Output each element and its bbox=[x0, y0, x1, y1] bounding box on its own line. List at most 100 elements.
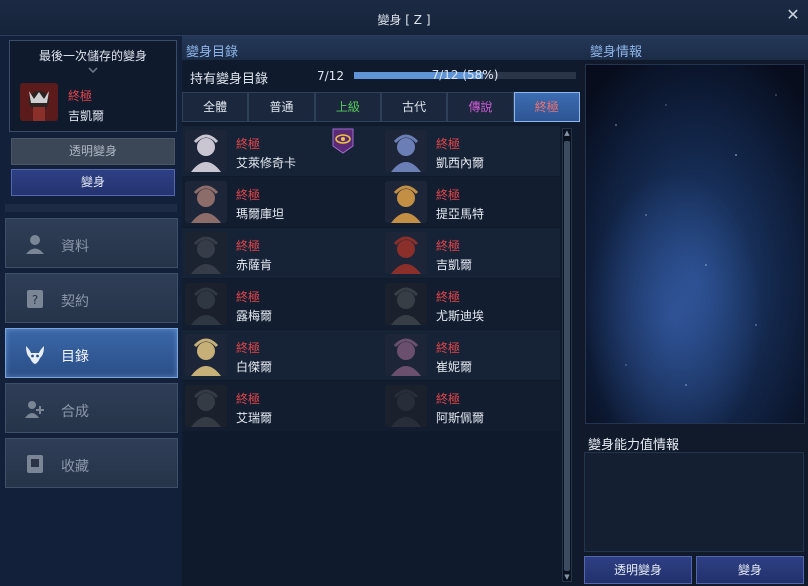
info-panel: 變身情報 變身能力值情報 透明變身 變身 bbox=[580, 36, 808, 586]
chevron-down-icon bbox=[88, 67, 98, 73]
transparent-transform-button[interactable]: 透明變身 bbox=[11, 138, 175, 165]
item-name: 阿斯佩爾 bbox=[436, 411, 485, 425]
nav-label: 資料 bbox=[61, 239, 89, 255]
tab-all[interactable]: 全體 bbox=[182, 92, 249, 122]
item-tier: 終極 bbox=[236, 290, 261, 304]
last-saved-box: 最後一次儲存的變身 終極 吉凱爾 bbox=[9, 40, 177, 132]
nav-label: 契約 bbox=[61, 294, 89, 310]
scroll-up-icon[interactable]: ▲ bbox=[563, 129, 571, 137]
item-tier: 終極 bbox=[436, 239, 461, 253]
catalog-item[interactable]: 終極 艾瑞爾 bbox=[182, 382, 376, 430]
item-tier: 終極 bbox=[436, 137, 461, 151]
catalog-item[interactable]: 終極 凱西內爾 bbox=[382, 127, 576, 175]
item-tier: 終極 bbox=[236, 392, 261, 406]
nav-item-info[interactable]: 資料 bbox=[5, 218, 178, 268]
stats-title: 變身能力值情報 bbox=[588, 438, 680, 453]
info-header-label: 變身情報 bbox=[590, 45, 643, 60]
nav-label: 合成 bbox=[61, 404, 89, 420]
progress-label: 7/12 (58%) bbox=[431, 68, 499, 82]
close-icon[interactable]: ✕ bbox=[784, 6, 802, 24]
item-tier: 終極 bbox=[436, 290, 461, 304]
divider bbox=[5, 204, 177, 212]
character-preview bbox=[585, 64, 805, 424]
item-tier: 終極 bbox=[436, 392, 461, 406]
portrait-image bbox=[185, 232, 227, 274]
item-tier: 終極 bbox=[236, 137, 261, 151]
item-name: 凱西內爾 bbox=[436, 156, 485, 170]
collection-icon bbox=[27, 455, 43, 473]
catalog-item[interactable]: 終極 尤斯迪埃 bbox=[382, 280, 576, 328]
info-header: 變身情報 bbox=[580, 36, 808, 60]
catalog-panel: 變身目錄 持有變身目錄 7/12 7/12 (58%) 全體 普通 上級 古代 … bbox=[182, 36, 580, 586]
horned-mask-icon bbox=[26, 346, 44, 364]
nav-item-merge[interactable]: 合成 bbox=[5, 383, 178, 433]
last-saved-portrait bbox=[20, 83, 58, 121]
catalog-item[interactable]: 終極 提亞馬特 bbox=[382, 178, 576, 226]
tab-legendary[interactable]: 傳說 bbox=[447, 92, 514, 122]
last-saved-label: 最後一次儲存的變身 bbox=[38, 49, 147, 63]
tab-superior[interactable]: 上級 bbox=[314, 92, 381, 122]
info-transform-button[interactable]: 變身 bbox=[696, 556, 804, 584]
stats-box bbox=[584, 452, 804, 552]
catalog-item[interactable]: 終極 白傑爾 bbox=[182, 331, 376, 379]
tab-ancient[interactable]: 古代 bbox=[380, 92, 448, 122]
nav-label: 收藏 bbox=[61, 459, 89, 475]
tab-normal[interactable]: 普通 bbox=[248, 92, 315, 122]
item-tier: 終極 bbox=[236, 188, 261, 202]
left-panel: 最後一次儲存的變身 終極 吉凱爾 透明變身 變身 資料 ? 契約 目錄 合成 收… bbox=[0, 36, 182, 586]
nav-item-contract[interactable]: ? 契約 bbox=[5, 273, 178, 323]
portrait-image bbox=[185, 385, 227, 427]
owned-count: 7/12 bbox=[317, 69, 344, 83]
portrait-image bbox=[185, 334, 227, 376]
rarity-tabs: 全體 普通 上級 古代 傳說 終極 bbox=[182, 92, 580, 122]
scroll-down-icon[interactable]: ▼ bbox=[563, 573, 571, 581]
last-saved-name: 吉凱爾 bbox=[68, 109, 105, 123]
catalog-scrollbar[interactable]: ▲ ▼ bbox=[562, 128, 572, 582]
catalog-item[interactable]: 終極 赤薩肯 bbox=[182, 229, 376, 277]
contract-icon: ? bbox=[27, 290, 43, 308]
catalog-item[interactable]: 終極 瑪爾庫坦 bbox=[182, 178, 376, 226]
tab-ultimate[interactable]: 終極 bbox=[513, 92, 580, 122]
owned-label: 持有變身目錄 bbox=[190, 72, 269, 87]
favorite-eye-badge-icon bbox=[332, 128, 354, 154]
last-saved-tier: 終極 bbox=[68, 89, 93, 103]
portrait-image bbox=[385, 283, 427, 325]
catalog-item[interactable]: 終極 阿斯佩爾 bbox=[382, 382, 576, 430]
item-name: 赤薩肯 bbox=[236, 258, 273, 272]
scroll-thumb[interactable] bbox=[564, 141, 570, 571]
person-icon bbox=[26, 235, 44, 254]
item-name: 提亞馬特 bbox=[436, 207, 485, 221]
portrait-image bbox=[385, 385, 427, 427]
item-name: 露梅爾 bbox=[236, 309, 273, 323]
window-title: 變身 [ Z ] bbox=[377, 13, 431, 27]
nav-label: 目錄 bbox=[61, 349, 89, 365]
item-name: 尤斯迪埃 bbox=[436, 309, 485, 323]
item-name: 瑪爾庫坦 bbox=[236, 207, 285, 221]
window-titlebar: 變身 [ Z ] ✕ bbox=[0, 0, 808, 36]
portrait-image bbox=[185, 283, 227, 325]
item-name: 艾萊修奇卡 bbox=[236, 156, 297, 170]
portrait-image bbox=[385, 181, 427, 223]
item-tier: 終極 bbox=[236, 341, 261, 355]
item-name: 吉凱爾 bbox=[436, 258, 473, 272]
nav-item-catalog[interactable]: 目錄 bbox=[5, 328, 178, 378]
merge-icon bbox=[25, 401, 44, 418]
transform-button[interactable]: 變身 bbox=[11, 169, 175, 196]
catalog-item[interactable]: 終極 吉凱爾 bbox=[382, 229, 576, 277]
portrait-image bbox=[185, 130, 227, 172]
item-name: 白傑爾 bbox=[236, 360, 273, 374]
catalog-header-label: 變身目錄 bbox=[186, 45, 239, 60]
portrait-image bbox=[185, 181, 227, 223]
info-transparent-transform-button[interactable]: 透明變身 bbox=[584, 556, 692, 584]
item-tier: 終極 bbox=[436, 341, 461, 355]
item-tier: 終極 bbox=[436, 188, 461, 202]
catalog-item[interactable]: 終極 露梅爾 bbox=[182, 280, 376, 328]
catalog-header: 變身目錄 bbox=[182, 36, 580, 60]
item-tier: 終極 bbox=[236, 239, 261, 253]
catalog-grid: 終極 艾萊修奇卡 終極 凱西內爾 終極 瑪爾庫坦 終極 提亞馬特 終極 赤薩肯 終極 吉凱爾 終極 露梅爾… bbox=[182, 126, 560, 432]
nav-item-collection[interactable]: 收藏 bbox=[5, 438, 178, 488]
item-name: 艾瑞爾 bbox=[236, 411, 273, 425]
item-name: 崔妮爾 bbox=[436, 360, 473, 374]
portrait-image bbox=[385, 130, 427, 172]
catalog-item[interactable]: 終極 崔妮爾 bbox=[382, 331, 576, 379]
